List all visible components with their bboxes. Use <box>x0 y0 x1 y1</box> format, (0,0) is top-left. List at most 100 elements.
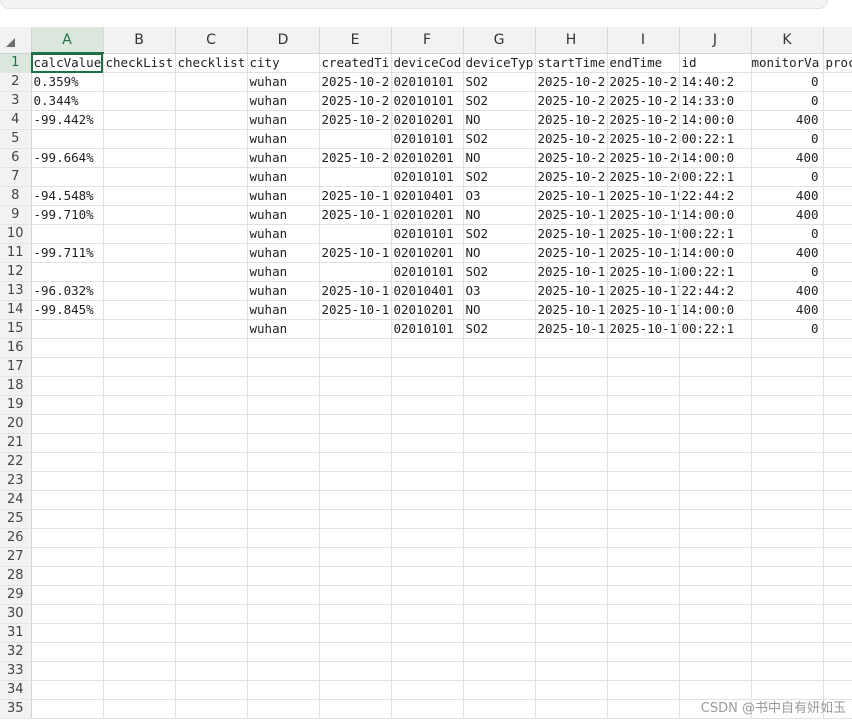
row-header[interactable]: 23 <box>0 471 32 491</box>
cell-h17[interactable] <box>535 357 608 377</box>
column-header-g[interactable]: G <box>463 27 536 54</box>
cell-g33[interactable] <box>463 661 536 681</box>
cell-k12[interactable]: 0 <box>751 262 824 282</box>
cell-d21[interactable] <box>247 433 320 453</box>
cell-d12[interactable]: wuhan <box>247 262 320 282</box>
cell-l1[interactable]: proc <box>823 53 852 73</box>
cell-c6[interactable] <box>175 148 248 168</box>
cell-h9[interactable]: 2025-10-1 <box>535 205 608 225</box>
cell-k24[interactable] <box>751 490 824 510</box>
cell-k28[interactable] <box>751 566 824 586</box>
cell-c11[interactable] <box>175 243 248 263</box>
cell-c34[interactable] <box>175 680 248 700</box>
cell-c23[interactable] <box>175 471 248 491</box>
cell-l18[interactable] <box>823 376 852 396</box>
cell-j4[interactable]: 14:00:0 <box>679 110 752 130</box>
cell-f22[interactable] <box>391 452 464 472</box>
cell-c31[interactable] <box>175 623 248 643</box>
cell-j3[interactable]: 14:33:0 <box>679 91 752 111</box>
cell-e6[interactable]: 2025-10-2 <box>319 148 392 168</box>
row-header[interactable]: 10 <box>0 224 32 244</box>
cell-g26[interactable] <box>463 528 536 548</box>
cell-f5[interactable]: 02010101 <box>391 129 464 149</box>
cell-j27[interactable] <box>679 547 752 567</box>
cell-e24[interactable] <box>319 490 392 510</box>
cell-i30[interactable] <box>607 604 680 624</box>
cell-h29[interactable] <box>535 585 608 605</box>
cell-j1[interactable]: id <box>679 53 752 73</box>
cell-h31[interactable] <box>535 623 608 643</box>
cell-i23[interactable] <box>607 471 680 491</box>
row-header[interactable]: 31 <box>0 623 32 643</box>
cell-l10[interactable] <box>823 224 852 244</box>
column-header-b[interactable]: B <box>103 27 176 54</box>
cell-e25[interactable] <box>319 509 392 529</box>
row-header[interactable]: 35 <box>0 699 32 719</box>
cell-g22[interactable] <box>463 452 536 472</box>
cell-d5[interactable]: wuhan <box>247 129 320 149</box>
cell-e4[interactable]: 2025-10-2 <box>319 110 392 130</box>
cell-c35[interactable] <box>175 699 248 719</box>
cell-f9[interactable]: 02010201 <box>391 205 464 225</box>
cell-a7[interactable] <box>31 167 104 187</box>
cell-h13[interactable]: 2025-10-1 <box>535 281 608 301</box>
cell-f32[interactable] <box>391 642 464 662</box>
cell-d18[interactable] <box>247 376 320 396</box>
cell-d30[interactable] <box>247 604 320 624</box>
row-header[interactable]: 18 <box>0 376 32 396</box>
cell-j22[interactable] <box>679 452 752 472</box>
cell-k5[interactable]: 0 <box>751 129 824 149</box>
cell-d20[interactable] <box>247 414 320 434</box>
cell-b2[interactable] <box>103 72 176 92</box>
cell-f28[interactable] <box>391 566 464 586</box>
cell-f8[interactable]: 02010401 <box>391 186 464 206</box>
cell-g9[interactable]: NO <box>463 205 536 225</box>
cell-f4[interactable]: 02010201 <box>391 110 464 130</box>
cell-e15[interactable] <box>319 319 392 339</box>
cell-j5[interactable]: 00:22:1 <box>679 129 752 149</box>
row-header[interactable]: 5 <box>0 129 32 149</box>
cell-e32[interactable] <box>319 642 392 662</box>
cell-k23[interactable] <box>751 471 824 491</box>
column-header-c[interactable]: C <box>175 27 248 54</box>
column-header-k[interactable]: K <box>751 27 824 54</box>
cell-k25[interactable] <box>751 509 824 529</box>
cell-i13[interactable]: 2025-10-17 <box>607 281 680 301</box>
cell-e18[interactable] <box>319 376 392 396</box>
cell-f19[interactable] <box>391 395 464 415</box>
cell-d33[interactable] <box>247 661 320 681</box>
cell-d1[interactable]: city <box>247 53 320 73</box>
cell-j7[interactable]: 00:22:1 <box>679 167 752 187</box>
cell-d2[interactable]: wuhan <box>247 72 320 92</box>
cell-a30[interactable] <box>31 604 104 624</box>
cell-j9[interactable]: 14:00:0 <box>679 205 752 225</box>
cell-j30[interactable] <box>679 604 752 624</box>
cell-c28[interactable] <box>175 566 248 586</box>
cell-e5[interactable] <box>319 129 392 149</box>
cell-g3[interactable]: SO2 <box>463 91 536 111</box>
cell-e27[interactable] <box>319 547 392 567</box>
cell-j8[interactable]: 22:44:2 <box>679 186 752 206</box>
cell-b9[interactable] <box>103 205 176 225</box>
cell-d11[interactable]: wuhan <box>247 243 320 263</box>
cell-i1[interactable]: endTime <box>607 53 680 73</box>
cell-k9[interactable]: 400 <box>751 205 824 225</box>
cell-i5[interactable]: 2025-10-21 <box>607 129 680 149</box>
cell-k32[interactable] <box>751 642 824 662</box>
row-header[interactable]: 20 <box>0 414 32 434</box>
cell-c20[interactable] <box>175 414 248 434</box>
row-header[interactable]: 1 <box>0 53 32 73</box>
cell-l23[interactable] <box>823 471 852 491</box>
cell-l21[interactable] <box>823 433 852 453</box>
cell-d24[interactable] <box>247 490 320 510</box>
cell-f13[interactable]: 02010401 <box>391 281 464 301</box>
cell-j6[interactable]: 14:00:0 <box>679 148 752 168</box>
cell-d25[interactable] <box>247 509 320 529</box>
cell-a19[interactable] <box>31 395 104 415</box>
cell-k7[interactable]: 0 <box>751 167 824 187</box>
column-header-a[interactable]: A <box>31 27 104 54</box>
cell-i29[interactable] <box>607 585 680 605</box>
cell-i2[interactable]: 2025-10-21 <box>607 72 680 92</box>
cell-j12[interactable]: 00:22:1 <box>679 262 752 282</box>
cell-f1[interactable]: deviceCod <box>391 53 464 73</box>
